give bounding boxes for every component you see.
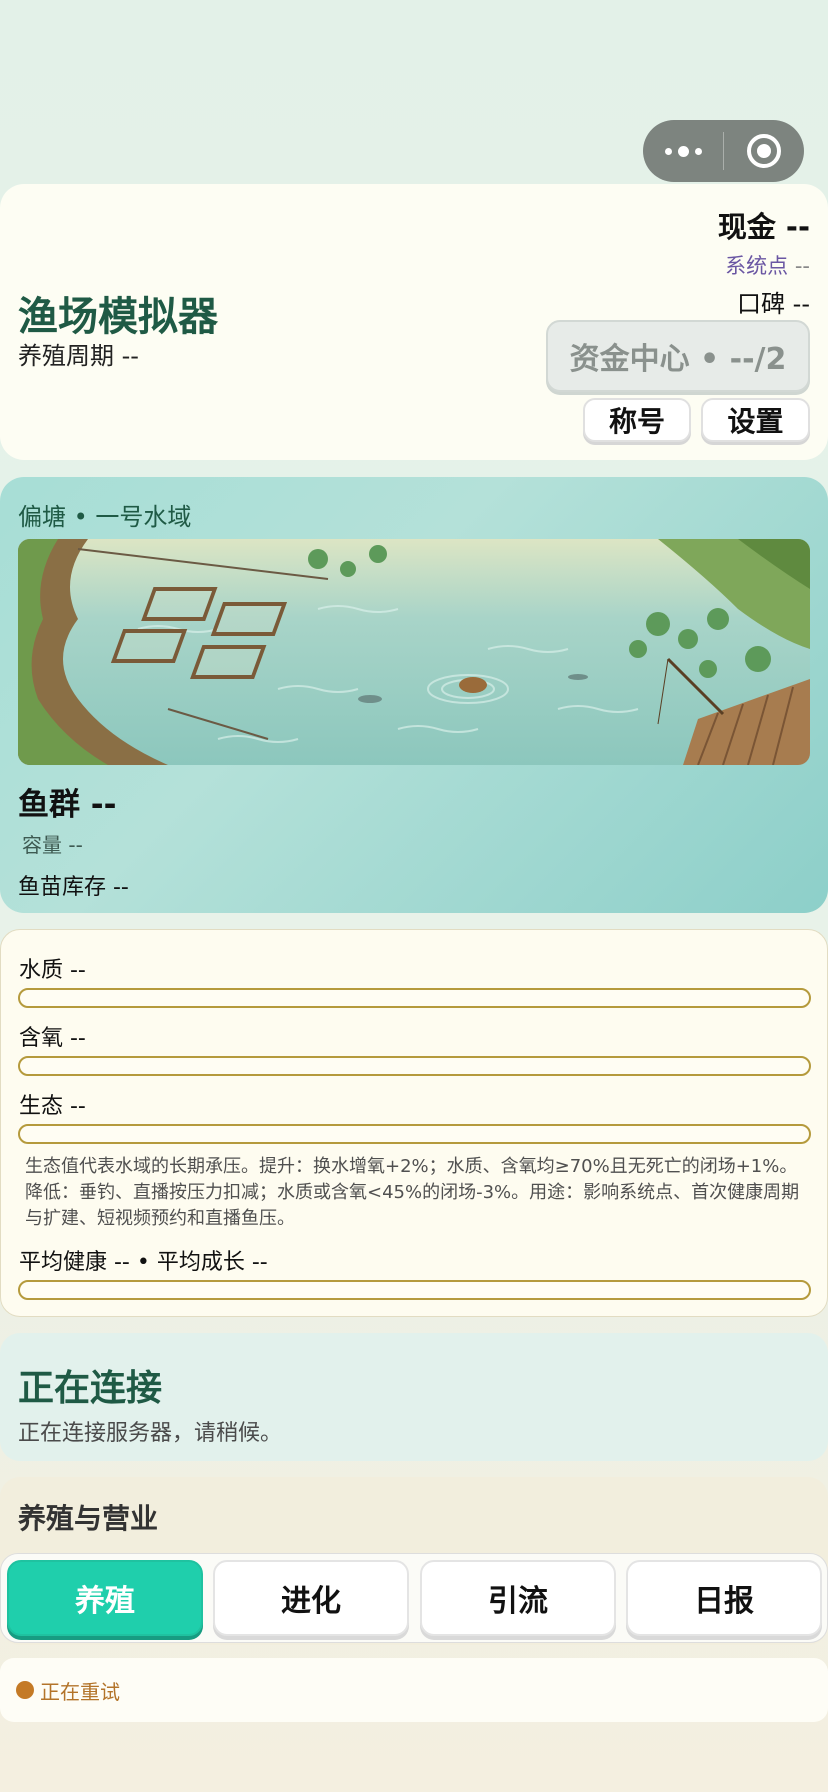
more-dot-icon — [677, 145, 689, 157]
water-stats-card: 水质 -- 含氧 -- 生态 -- 生态值代表水域的长期承压。提升：换水增氧+2… — [0, 929, 828, 1317]
target-icon — [747, 134, 781, 168]
tab-breeding[interactable]: 养殖 — [7, 1560, 203, 1636]
breeding-cycle: 养殖周期 -- — [18, 342, 139, 370]
settings-button[interactable]: 设置 — [701, 398, 810, 442]
pond-illustration — [18, 539, 810, 765]
tab-traffic[interactable]: 引流 — [420, 1560, 616, 1636]
pond-card: 偏塘 • 一号水域 鱼群 -- 容量 -- 鱼苗库存 -- — [0, 477, 828, 913]
miniprogram-capsule — [643, 120, 804, 182]
fund-center-button[interactable]: 资金中心 • --/2 — [546, 320, 810, 392]
oxygen-label: 含氧 -- — [19, 1026, 86, 1051]
capacity-value: 容量 -- — [22, 833, 83, 857]
tab-daily-report[interactable]: 日报 — [626, 1560, 822, 1636]
close-miniprogram-button[interactable] — [724, 120, 804, 182]
ecology-description: 生态值代表水域的长期承压。提升：换水增氧+2%；水质、含氧均≥70%且无死亡的闭… — [25, 1156, 800, 1229]
system-points-label: 系统点 — [725, 254, 789, 278]
more-dot-icon — [694, 147, 702, 155]
header-card: 渔场模拟器 养殖周期 -- 现金 -- 系统点 -- 口碑 -- 资金中心 • … — [0, 184, 828, 460]
retry-status-bar: 正在重试 — [0, 1658, 828, 1722]
more-dot-icon — [664, 147, 672, 155]
water-quality-label: 水质 -- — [19, 958, 86, 983]
pond-location: 偏塘 • 一号水域 — [18, 503, 192, 531]
operations-section: 养殖与营业 养殖 进化 引流 日报 — [0, 1477, 828, 1645]
cash-value: 现金 -- — [717, 210, 810, 244]
connection-card: 正在连接 正在连接服务器，请稍候。 — [0, 1333, 828, 1461]
operations-tabs: 养殖 进化 引流 日报 — [0, 1553, 828, 1643]
tab-evolution[interactable]: 进化 — [213, 1560, 409, 1636]
ecology-bar — [18, 1124, 811, 1144]
oxygen-bar — [18, 1056, 811, 1076]
reputation-value: 口碑 -- — [737, 290, 810, 318]
status-dot-icon — [16, 1681, 34, 1699]
water-quality-bar — [18, 988, 811, 1008]
avg-health-growth-label: 平均健康 -- • 平均成长 -- — [19, 1250, 268, 1275]
ecology-label: 生态 -- — [19, 1094, 86, 1119]
title-button[interactable]: 称号 — [583, 398, 691, 442]
retry-status-text: 正在重试 — [40, 1679, 120, 1704]
system-points-value: -- — [794, 254, 810, 278]
fry-stock-value: 鱼苗库存 -- — [18, 875, 129, 900]
system-points: 系统点 -- — [725, 250, 810, 280]
connection-subtitle: 正在连接服务器，请稍候。 — [18, 1421, 283, 1446]
operations-title: 养殖与营业 — [18, 1502, 159, 1535]
avg-health-bar — [18, 1280, 811, 1300]
more-options-button[interactable] — [643, 120, 723, 182]
page-title: 渔场模拟器 — [18, 294, 218, 340]
connection-title: 正在连接 — [18, 1368, 163, 1409]
fish-group-title: 鱼群 -- — [18, 787, 117, 823]
